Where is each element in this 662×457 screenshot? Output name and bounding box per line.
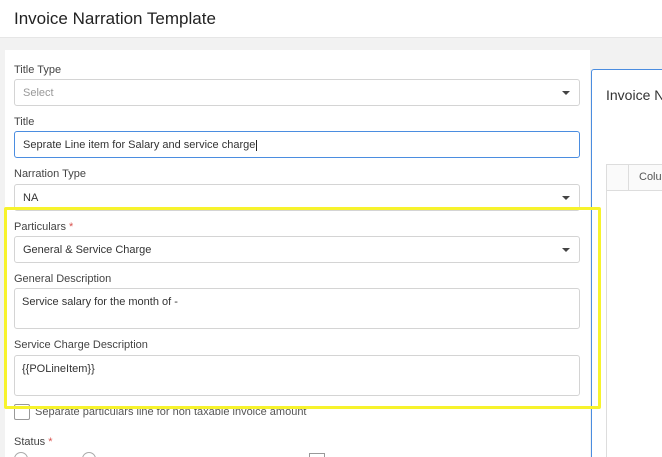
- general-description-value: Service salary for the month of -: [22, 296, 178, 308]
- preview-card: Invoice N Colun: [591, 69, 662, 457]
- title-type-select[interactable]: Select: [14, 79, 580, 106]
- required-marker: *: [68, 221, 74, 233]
- chevron-down-icon: [562, 196, 570, 200]
- narration-type-label: Narration Type: [14, 168, 86, 180]
- title-type-label: Title Type: [14, 64, 62, 76]
- separate-particulars-label: Separate particulars line for non taxabl…: [35, 406, 307, 418]
- title-type-placeholder: Select: [23, 87, 54, 99]
- required-marker: *: [48, 436, 53, 448]
- service-charge-description-textarea[interactable]: {{POLineItem}}: [14, 355, 580, 396]
- preview-select-cell[interactable]: [607, 165, 629, 191]
- preview-table-header: Colun: [607, 165, 662, 191]
- particulars-select[interactable]: General & Service Charge: [14, 236, 580, 263]
- particulars-value: General & Service Charge: [23, 244, 152, 256]
- particulars-label-text: Particulars: [14, 221, 66, 233]
- text-cursor: [256, 139, 258, 151]
- preview-title: Invoice N: [606, 87, 662, 103]
- narration-type-value: NA: [23, 192, 39, 204]
- particulars-label: Particulars *: [14, 221, 73, 233]
- preview-column-header: Colun: [639, 171, 662, 183]
- title-value: Seprate Line item for Salary and service…: [23, 139, 256, 151]
- chevron-down-icon: [562, 91, 570, 95]
- page-title: Invoice Narration Template: [14, 9, 216, 28]
- title-label: Title: [14, 116, 35, 128]
- general-description-textarea[interactable]: Service salary for the month of -: [14, 288, 580, 329]
- status-checkbox[interactable]: [309, 453, 325, 457]
- status-label: Status *: [14, 436, 52, 448]
- service-charge-description-value: {{POLineItem}}: [22, 363, 95, 375]
- narration-type-select[interactable]: NA: [14, 184, 580, 211]
- service-charge-description-label: Service Charge Description: [14, 339, 148, 351]
- general-description-label: General Description: [14, 273, 112, 285]
- separate-particulars-checkbox[interactable]: [14, 404, 30, 420]
- preview-table: Colun: [606, 164, 662, 457]
- chevron-down-icon: [562, 248, 570, 252]
- title-input[interactable]: Seprate Line item for Salary and service…: [14, 131, 580, 158]
- page-header: Invoice Narration Template: [0, 0, 662, 38]
- status-label-text: Status: [14, 436, 46, 448]
